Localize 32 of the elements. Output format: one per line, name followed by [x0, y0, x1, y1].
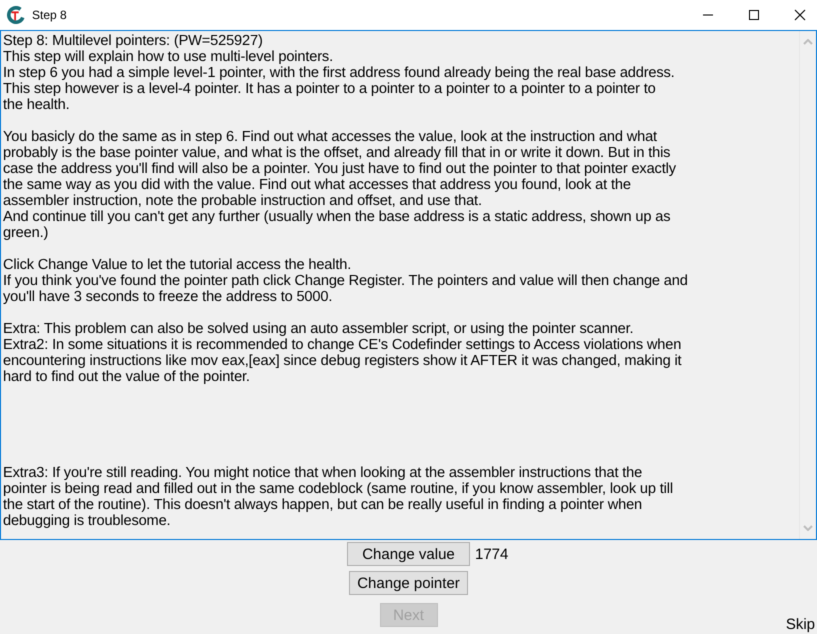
- memo-line: green.): [3, 225, 48, 241]
- memo-line: Extra2: In some situations it is recommended to change CE's Codefinder settings to Access violations when: [3, 337, 682, 353]
- memo-line: the start of the routine). This doesn't always happen, but can be really useful in finding a pointer when: [3, 497, 642, 513]
- memo-line: You basicly do the same as in step 6. Find out what accesses the value, look at the instruction and what: [3, 129, 657, 145]
- window-title: Step 8: [32, 8, 67, 22]
- memo-line: In step 6 you had a simple level-1 pointer, with the first address found already being the real base address.: [3, 65, 675, 81]
- skip-link[interactable]: Skip: [786, 616, 815, 633]
- memo-line: If you think you've found the pointer path click Change Register. The pointers and value will then change and: [3, 273, 688, 289]
- text-memo[interactable]: [0, 30, 817, 540]
- maximize-icon[interactable]: [748, 9, 760, 21]
- memo-line: the same way as you did with the value. Find out what accesses that address you found, look at the: [3, 177, 631, 193]
- memo-line: the health.: [3, 97, 70, 113]
- memo-line: pointer is being read and filled out in the same codeblock (same routine, if you know assembler, look up till: [3, 481, 673, 497]
- memo-line: Click Change Value to let the tutorial access the health.: [3, 257, 352, 273]
- change-value-button[interactable]: Change value: [347, 542, 470, 566]
- memo-line: Extra: This problem can also be solved using an auto assembler script, or using the pointer scanner.: [3, 321, 634, 337]
- close-icon[interactable]: [794, 9, 806, 21]
- memo-line: assembler instruction, note the probable instruction and offset, and use that.: [3, 193, 482, 209]
- memo-line: Step 8: Multilevel pointers: (PW=525927): [3, 33, 263, 49]
- memo-line: And continue till you can't get any further (usually when the base address is a static address, shown up as: [3, 209, 670, 225]
- memo-line: encountering instructions like mov eax,[eax] since debug registers show it AFTER it was changed, making it: [3, 353, 682, 369]
- memo-line: hard to find out the value of the pointer.: [3, 369, 250, 385]
- memo-line: case the address you'll find will also be a pointer. You just have to find out the pointer to that pointer exactly: [3, 161, 676, 177]
- memo-line: you'll have 3 seconds to freeze the address to 5000.: [3, 289, 332, 305]
- value-label: 1774: [475, 546, 508, 562]
- memo-line: This step however is a level-4 pointer. It has a pointer to a pointer to a pointer to a pointer to a pointer to: [3, 81, 656, 97]
- memo-line: This step will explain how to use multi-level pointers.: [3, 49, 333, 65]
- change-pointer-button[interactable]: Change pointer: [349, 571, 468, 595]
- app-icon: [7, 6, 25, 24]
- memo-line: Extra3: If you're still reading. You might notice that when looking at the assembler instructions that the: [3, 465, 642, 481]
- memo-line: probably is the base pointer value, and what is the offset, and already fill that in or write it down. But in this: [3, 145, 670, 161]
- memo-line: debugging is troublesome.: [3, 513, 170, 529]
